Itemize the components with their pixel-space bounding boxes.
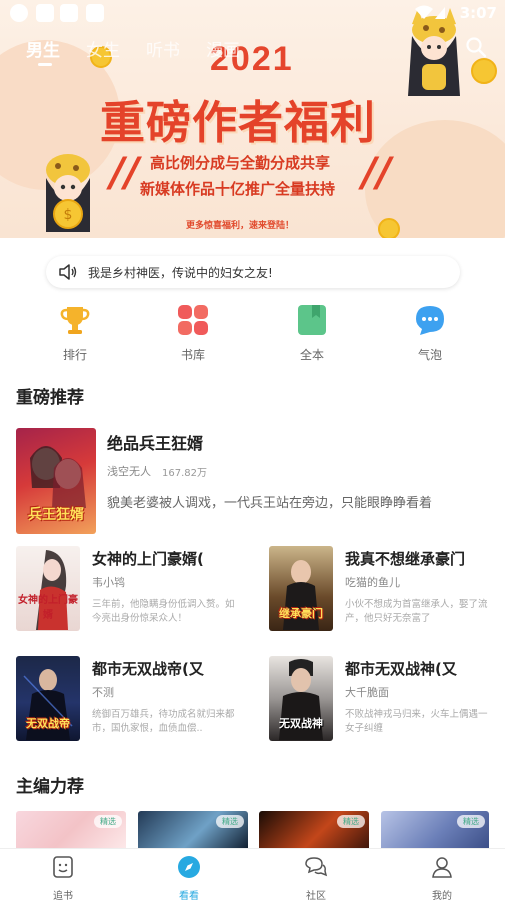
word-count: 167.82万	[162, 468, 207, 479]
chat-icon	[305, 857, 328, 877]
book-cover[interactable]: 无双战神	[269, 656, 333, 741]
coin-icon	[471, 58, 497, 84]
nav-browse[interactable]: 看看	[154, 855, 224, 900]
book-cover[interactable]: 女神的上门豪婿	[16, 546, 80, 631]
book-description: 小伙不想成为首富继承人，娶了流产，他只好无奈富了	[345, 599, 488, 624]
bottom-navigation: 追书 看看 社区 我的	[0, 848, 505, 900]
tab-male[interactable]: 男生	[26, 36, 60, 61]
nav-profile[interactable]: 我的	[407, 855, 477, 900]
notification-icon	[36, 4, 54, 22]
cover-badge: 精选	[216, 815, 244, 828]
cover-title: 无双战神	[279, 717, 323, 730]
svg-text:$: $	[64, 207, 73, 223]
book-description: 貌美老婆被人调戏，一代兵王站在旁边，只能眼睁睁看着	[107, 496, 433, 511]
book-author: 不测	[92, 686, 114, 699]
book-cover[interactable]: 精选	[381, 811, 489, 851]
book-description: 三年前，他隐瞒身份低调入赘。如今亮出身份惊呆众人！	[92, 599, 235, 624]
quick-entry-bar: 排行 书库 全本 气泡	[0, 304, 505, 362]
book-description: 不败战神戎马归来，火车上偶遇一女子纠缠	[345, 709, 488, 734]
notification-icon	[60, 4, 78, 22]
book-title[interactable]: 都市无双战神(又	[345, 658, 457, 679]
tab-female[interactable]: 女生	[86, 36, 120, 61]
bookmark-icon	[298, 305, 326, 335]
book-title[interactable]: 我真不想继承豪门	[345, 548, 465, 569]
notification-icon	[10, 4, 28, 22]
section-title-recommend: 重磅推荐	[16, 388, 84, 408]
announcement-text: 我是乡村神医，传说中的妇女之友!	[88, 265, 273, 280]
cover-badge: 精选	[457, 815, 485, 828]
search-icon[interactable]	[465, 36, 487, 58]
book-cover[interactable]: 精选	[16, 811, 126, 851]
chat-bubble-icon	[416, 306, 444, 335]
cover-title: 无双战帝	[26, 717, 70, 730]
active-tab-indicator	[38, 63, 52, 66]
trophy-icon	[60, 307, 90, 334]
compass-icon	[178, 856, 200, 878]
book-cover[interactable]: 精选	[259, 811, 369, 851]
banner-subtitle: 高比例分成与全勤分成共享	[150, 154, 331, 172]
banner-decoration: //	[362, 150, 392, 196]
mascot-illustration: $	[46, 154, 90, 232]
tab-audiobook[interactable]: 听书	[146, 36, 180, 61]
top-tab-bar: 男生 女生 听书 漫画	[26, 36, 240, 61]
cover-title: 兵王狂婿	[28, 507, 84, 523]
cover-badge: 精选	[337, 815, 365, 828]
user-icon	[432, 857, 452, 878]
tab-comic[interactable]: 漫画	[206, 36, 240, 61]
book-cover[interactable]: 精选	[138, 811, 248, 851]
banner-decoration: //	[110, 150, 140, 196]
banner-subtitle: 新媒体作品十亿推广全量扶持	[140, 180, 336, 198]
book-title[interactable]: 绝品兵王狂婿	[107, 430, 203, 454]
quick-entry-complete[interactable]: 全本	[282, 304, 342, 363]
book-cover[interactable]: 无双战帝	[16, 656, 80, 741]
cover-title: 女神的上门豪婿	[18, 595, 78, 621]
nav-bookshelf[interactable]: 追书	[28, 855, 98, 900]
book-description: 统御百万雄兵，待功成名就归来都市，国仇家恨，血债血偿..	[92, 709, 235, 734]
book-author: 大千脆面	[345, 686, 389, 699]
coin-icon	[378, 218, 400, 238]
notification-icon	[86, 4, 104, 22]
book-title[interactable]: 女神的上门豪婿(	[92, 548, 204, 569]
book-author: 吃猫的鱼儿	[345, 576, 400, 589]
hero-banner[interactable]: 3:07 男生 女生 听书 漫画 2021 重磅作者福利 // // 高比例分成…	[0, 0, 505, 238]
book-title[interactable]: 都市无双战帝(又	[92, 658, 204, 679]
quick-entry-library[interactable]: 书库	[163, 304, 223, 363]
quick-entry-bubble[interactable]: 气泡	[400, 304, 460, 363]
banner-footer: 更多惊喜福利，速来登陆！	[186, 221, 295, 231]
nav-community[interactable]: 社区	[281, 855, 351, 900]
status-bar: 3:07	[0, 0, 505, 26]
speaker-icon	[59, 264, 77, 280]
book-author: 韦小鸨	[92, 576, 125, 589]
quick-entry-ranking[interactable]: 排行	[45, 304, 105, 363]
announcement-bar[interactable]: 我是乡村神医，传说中的妇女之友!	[46, 256, 460, 288]
cover-title: 继承豪门	[279, 607, 323, 620]
wifi-signal-icon	[415, 5, 445, 19]
book-author: 浅空无人	[107, 465, 151, 478]
banner-title: 重磅作者福利	[100, 96, 377, 149]
book-cover[interactable]: 继承豪门	[269, 546, 333, 631]
face-book-icon	[53, 856, 73, 878]
clock: 3:07	[459, 4, 497, 22]
grid-icon	[178, 305, 208, 335]
book-cover[interactable]: 兵王狂婿	[16, 428, 96, 534]
cover-badge: 精选	[94, 815, 122, 828]
section-title-editor: 主编力荐	[16, 777, 84, 797]
